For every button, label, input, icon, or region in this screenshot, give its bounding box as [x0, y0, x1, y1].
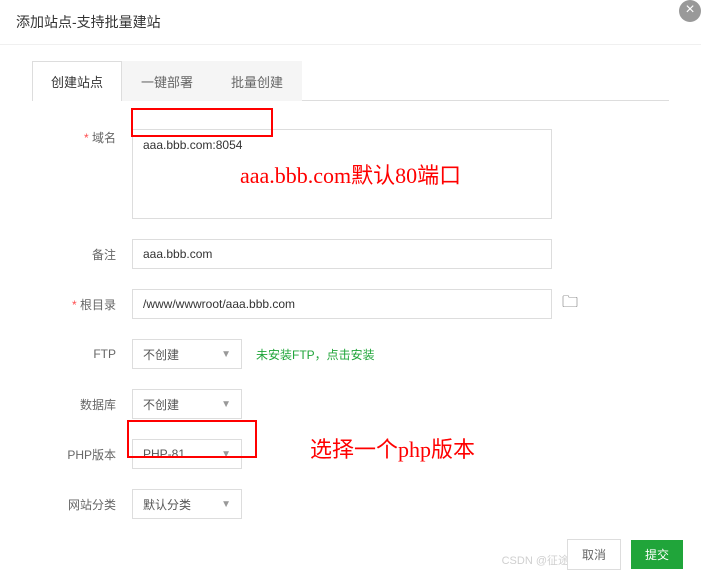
remark-input[interactable]	[132, 239, 552, 269]
ftp-hint[interactable]: 未安装FTP，点击安装	[256, 346, 375, 363]
tabs: 创建站点 一键部署 批量创建	[32, 61, 669, 101]
label-remark: 备注	[32, 246, 132, 263]
close-icon[interactable]: ×	[679, 0, 701, 22]
chevron-down-icon: ▼	[221, 449, 231, 460]
database-value: 不创建	[143, 396, 179, 413]
ftp-value: 不创建	[143, 346, 179, 363]
database-select[interactable]: 不创建 ▼	[132, 389, 242, 419]
tab-create[interactable]: 创建站点	[32, 61, 122, 101]
submit-button[interactable]: 提交	[631, 540, 683, 569]
folder-icon[interactable]: 🗀	[562, 291, 578, 318]
label-rootdir: 根目录	[32, 296, 132, 313]
category-value: 默认分类	[143, 496, 191, 513]
cancel-button[interactable]: 取消	[567, 539, 621, 570]
label-ftp: FTP	[32, 347, 132, 361]
label-domain: 域名	[32, 129, 132, 146]
dialog-title: 添加站点-支持批量建站	[16, 14, 161, 30]
label-category: 网站分类	[32, 496, 132, 513]
tab-deploy[interactable]: 一键部署	[122, 61, 212, 101]
phpver-value: PHP-81	[143, 447, 185, 461]
label-phpver: PHP版本	[32, 446, 132, 463]
domain-input[interactable]	[132, 129, 552, 219]
chevron-down-icon: ▼	[221, 399, 231, 410]
rootdir-input[interactable]	[132, 289, 552, 319]
category-select[interactable]: 默认分类 ▼	[132, 489, 242, 519]
phpver-select[interactable]: PHP-81 ▼	[132, 439, 242, 469]
label-database: 数据库	[32, 396, 132, 413]
tab-batch[interactable]: 批量创建	[212, 61, 302, 101]
ftp-select[interactable]: 不创建 ▼	[132, 339, 242, 369]
chevron-down-icon: ▼	[221, 349, 231, 360]
chevron-down-icon: ▼	[221, 499, 231, 510]
